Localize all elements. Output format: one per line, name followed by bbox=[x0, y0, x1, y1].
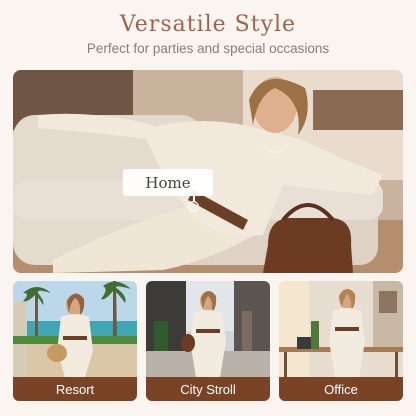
card-resort: Resort bbox=[13, 281, 137, 401]
card-label-office: Office bbox=[279, 377, 403, 401]
card-office: Office bbox=[279, 281, 403, 401]
resort-photo bbox=[13, 281, 137, 377]
home-location-tag: Home bbox=[123, 169, 213, 196]
page-subtitle: Perfect for parties and special occasion… bbox=[86, 41, 330, 56]
home-tag-dot bbox=[188, 201, 199, 212]
card-label-city-stroll: City Stroll bbox=[146, 377, 270, 401]
office-photo bbox=[279, 281, 403, 377]
city-stroll-photo bbox=[146, 281, 270, 377]
card-label-resort: Resort bbox=[13, 377, 137, 401]
page-title: Versatile Style bbox=[119, 12, 297, 37]
card-city-stroll: City Stroll bbox=[146, 281, 270, 401]
hero-photo-home: Home bbox=[13, 70, 403, 273]
